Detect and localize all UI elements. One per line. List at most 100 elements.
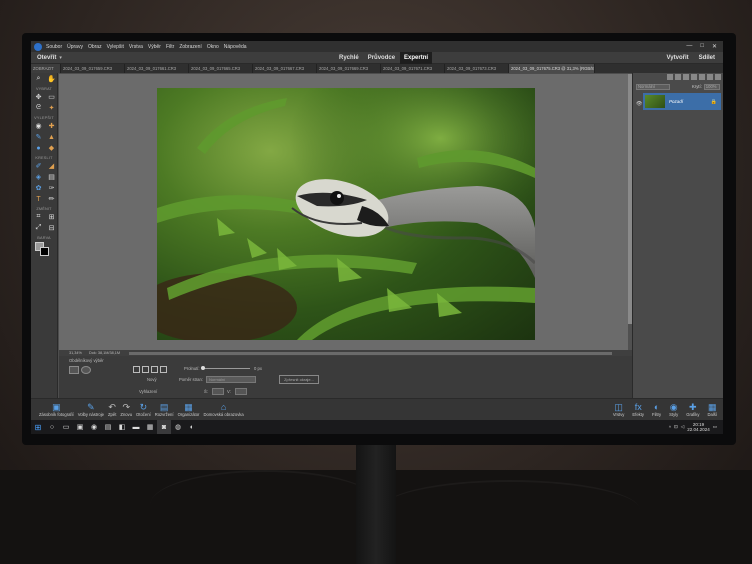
canvas-area[interactable] — [59, 74, 628, 350]
explorer-icon[interactable]: ▣ — [73, 420, 87, 434]
mode-guided[interactable]: Průvodce — [364, 52, 399, 64]
menu-window[interactable]: Okno — [207, 44, 219, 50]
crop-icon[interactable]: ⌗ — [33, 212, 44, 222]
menu-file[interactable]: Soubor — [46, 44, 62, 50]
app-icon[interactable]: ◐ — [185, 420, 199, 434]
create-button[interactable]: Vytvořit — [667, 55, 689, 61]
doc-tab[interactable]: 2024_03_09_017673.CR3 — [445, 64, 509, 73]
search-icon[interactable]: ○ — [45, 420, 59, 434]
chevron-up-icon[interactable]: ^ — [669, 425, 671, 430]
delete-layer-icon[interactable] — [707, 74, 713, 80]
rect-marquee-icon[interactable] — [69, 366, 79, 374]
chrome-icon[interactable]: ◍ — [171, 420, 185, 434]
spot-healing-icon[interactable]: ✚ — [46, 121, 57, 131]
notifications-icon[interactable]: ▭ — [713, 424, 717, 430]
straighten-icon[interactable]: ⊟ — [46, 223, 57, 233]
background-color[interactable] — [40, 247, 49, 256]
menu-filter[interactable]: Filtr — [166, 44, 174, 50]
menu-help[interactable]: Nápověda — [224, 44, 247, 50]
menu-enhance[interactable]: Vylepšit — [107, 44, 124, 50]
visibility-eye-icon[interactable]: 👁 — [636, 101, 642, 107]
gradient-icon[interactable]: ▤ — [46, 172, 57, 182]
organizer-button[interactable]: ▦ Organizátor — [178, 399, 200, 420]
network-icon[interactable]: ⊡ — [674, 424, 678, 430]
stamp-icon[interactable]: ▲ — [46, 132, 57, 142]
smart-brush-icon[interactable]: ✎ — [33, 132, 44, 142]
eye-icon[interactable]: ◉ — [33, 121, 44, 131]
doc-tab[interactable]: 2024_03_09_017667.CR3 — [253, 64, 317, 73]
color-swatches[interactable] — [35, 242, 53, 258]
doc-tab[interactable]: 2024_03_09_017665.CR3 — [189, 64, 253, 73]
lasso-icon[interactable]: ᘓ — [33, 103, 44, 113]
eraser-icon[interactable]: ◢ — [46, 161, 57, 171]
task-view-icon[interactable]: ▭ — [59, 420, 73, 434]
eyedropper-icon[interactable]: ✑ — [46, 183, 57, 193]
mode-expert[interactable]: Expertní — [400, 52, 433, 64]
minimize-button[interactable]: — — [686, 43, 692, 50]
new-selection-icon[interactable] — [133, 366, 140, 373]
open-button[interactable]: Otevřít — [37, 55, 56, 61]
close-button[interactable]: ✕ — [712, 43, 717, 50]
brush-icon[interactable]: ✐ — [33, 161, 44, 171]
pencil-icon[interactable]: ✏ — [46, 194, 57, 204]
chevron-down-icon[interactable]: ▾ — [59, 55, 62, 61]
intersect-selection-icon[interactable] — [160, 366, 167, 373]
height-field[interactable] — [235, 388, 247, 395]
magic-wand-icon[interactable]: ✦ — [46, 103, 57, 113]
add-selection-icon[interactable] — [142, 366, 149, 373]
photo-bin-button[interactable]: ▣ Zásobník fotografií — [39, 399, 74, 420]
share-button[interactable]: Sdílet — [699, 55, 715, 61]
filters-button[interactable]: ◐ Filtry — [652, 399, 661, 420]
ellipse-marquee-icon[interactable] — [81, 366, 91, 374]
opacity-field[interactable]: 100% — [703, 83, 720, 90]
move-icon[interactable]: ✥ — [33, 92, 44, 102]
lock-all-icon[interactable] — [699, 74, 705, 80]
new-group-icon[interactable] — [675, 74, 681, 80]
text-icon[interactable]: T — [33, 194, 44, 204]
doc-tab[interactable]: 2024_03_09_017659.CR3 — [61, 64, 125, 73]
adjustment-layer-icon[interactable] — [683, 74, 689, 80]
aspect-select[interactable]: Normální — [206, 376, 256, 383]
menu-select[interactable]: Výběr — [148, 44, 161, 50]
shape-icon[interactable]: ✿ — [33, 183, 44, 193]
menu-view[interactable]: Zobrazení — [179, 44, 202, 50]
word-icon[interactable]: ▤ — [101, 420, 115, 434]
blend-mode-select[interactable]: Normální — [636, 83, 670, 90]
horizontal-scrollbar[interactable] — [129, 351, 612, 355]
subtract-selection-icon[interactable] — [151, 366, 158, 373]
maximize-button[interactable]: □ — [700, 43, 704, 50]
doc-tab[interactable]: 2024_03_09_017671.CR3 — [381, 64, 445, 73]
volume-icon[interactable]: ◁ — [681, 424, 684, 430]
doc-tab-active[interactable]: 2024_03_09_017675.CR3 @ 31,3% (RGB/8) — [509, 64, 595, 73]
layers-button[interactable]: ◫ Vrstvy — [613, 399, 624, 420]
layout-button[interactable]: ▤ Rozvržení — [155, 399, 174, 420]
photoshop-taskbar-icon[interactable]: ◉ — [87, 420, 101, 434]
undo-button[interactable]: ↶ Zpět — [108, 399, 116, 420]
menu-image[interactable]: Obraz — [88, 44, 102, 50]
marquee-icon[interactable]: ▭ — [46, 92, 57, 102]
refine-edge-button[interactable]: Zpřesnit okraje... — [279, 375, 319, 384]
home-button[interactable]: ⌂ Domovská obrazovka — [203, 399, 243, 420]
width-field[interactable] — [212, 388, 224, 395]
sponge-icon[interactable]: ◆ — [46, 143, 57, 153]
new-layer-icon[interactable] — [667, 74, 673, 80]
hand-icon[interactable]: ✋ — [46, 74, 57, 84]
menu-edit[interactable]: Úpravy — [67, 44, 83, 50]
app-icon[interactable]: ◧ — [115, 420, 129, 434]
rotate-button[interactable]: ↻ Otočení — [136, 399, 151, 420]
feather-slider[interactable] — [201, 366, 250, 370]
zoom-icon[interactable]: ⌕ — [33, 74, 44, 84]
layer-row[interactable]: Pozadí 🔒 — [643, 93, 721, 110]
doc-tab[interactable]: 2024_03_09_017661.CR3 — [125, 64, 189, 73]
styles-button[interactable]: ◉ Styly — [669, 399, 678, 420]
photoshop-elements-icon[interactable]: ◙ — [157, 420, 171, 434]
calendar-icon[interactable]: ▦ — [143, 420, 157, 434]
tool-options-button[interactable]: ✎ Volby nástroje — [78, 399, 104, 420]
content-move-icon[interactable]: ⤢ — [33, 223, 44, 233]
mode-quick[interactable]: Rychlé — [335, 52, 363, 64]
doc-tab[interactable]: 2024_03_09_017669.CR3 — [317, 64, 381, 73]
paint-bucket-icon[interactable]: ◈ — [33, 172, 44, 182]
clock[interactable]: 20:19 22.04.2024 — [687, 422, 710, 432]
windows-start-icon[interactable]: ⊞ — [31, 420, 45, 434]
folder-icon[interactable]: ▬ — [129, 420, 143, 434]
